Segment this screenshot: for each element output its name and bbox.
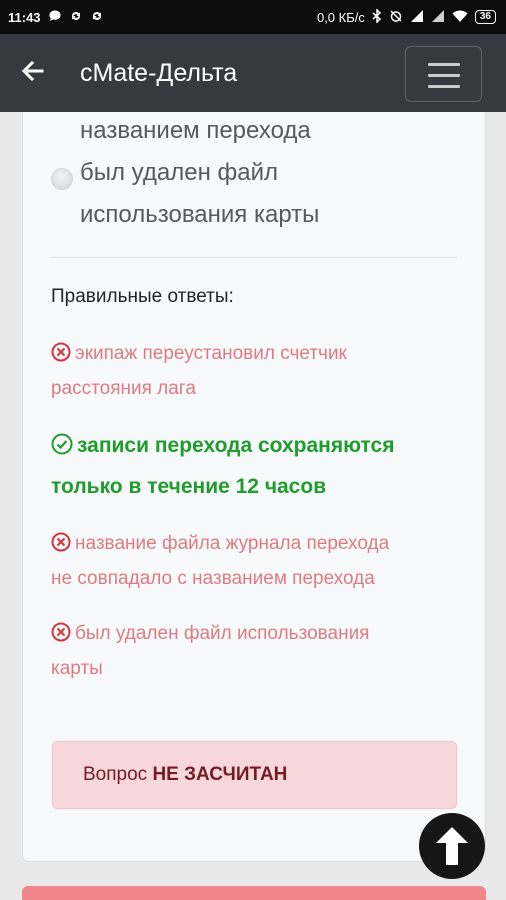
answer-item: название файла журнала перехода не совпа…: [51, 528, 461, 595]
wifi-icon: [452, 9, 468, 25]
sync-icon: [90, 9, 104, 25]
answer-text: экипаж переустановил счетчик: [75, 343, 347, 364]
page-title: cMate-Дельта: [80, 59, 238, 87]
status-right: 0,0 КБ/с 36: [316, 8, 496, 25]
x-circle-icon: [51, 621, 71, 653]
answer-text: был удален файл использования: [75, 623, 370, 644]
menu-button[interactable]: [405, 46, 482, 102]
answer-item-correct: записи перехода сохраняются только в теч…: [51, 427, 461, 506]
divider: [51, 257, 457, 258]
x-circle-icon: [51, 531, 71, 563]
arrow-up-icon: [436, 827, 468, 865]
verdict-alert: Вопрос НЕ ЗАСЧИТАН: [52, 741, 457, 809]
scroll-top-button[interactable]: [419, 813, 485, 879]
verdict-prefix: Вопрос: [83, 764, 148, 785]
question-card: названием перехода был удален файл испол…: [22, 112, 486, 862]
answer-text: только в течение 12 часов: [51, 475, 327, 498]
check-circle-icon: [51, 430, 73, 468]
option-text: названием перехода: [80, 117, 311, 144]
option-text: был удален файл: [80, 159, 278, 186]
answer-text: расстояния лага: [51, 378, 196, 399]
status-left: 11:43: [8, 9, 104, 25]
app-bar: cMate-Дельта: [0, 34, 506, 112]
answer-item: экипаж переустановил счетчик расстояния …: [51, 338, 461, 405]
option-text: использования карты: [80, 201, 320, 228]
signal-icon: [410, 9, 424, 25]
back-arrow-icon[interactable]: [20, 58, 48, 86]
answer-item: был удален файл использования карты: [51, 618, 461, 685]
signal-icon: [431, 9, 445, 25]
network-speed: 0,0 КБ/с: [316, 9, 365, 25]
answer-text: записи перехода сохраняются: [77, 434, 395, 457]
correct-answers-label: Правильные ответы:: [51, 286, 234, 307]
verdict-status: НЕ ЗАСЧИТАН: [152, 764, 288, 785]
answer-text: название файла журнала перехода: [75, 533, 390, 554]
bottom-action-button[interactable]: [22, 886, 486, 900]
alarm-off-icon: [389, 9, 403, 25]
status-bar: 11:43 0,0 КБ/с 36: [0, 0, 506, 34]
option-radio[interactable]: [51, 168, 73, 190]
answer-text: не совпадало с названием перехода: [51, 568, 375, 589]
battery-icon: 36: [474, 10, 496, 24]
answer-text: карты: [51, 658, 103, 679]
x-circle-icon: [51, 341, 71, 373]
sync-icon: [69, 9, 83, 25]
bluetooth-icon: [372, 8, 382, 25]
status-time: 11:43: [8, 9, 41, 25]
chat-icon: [48, 9, 62, 25]
